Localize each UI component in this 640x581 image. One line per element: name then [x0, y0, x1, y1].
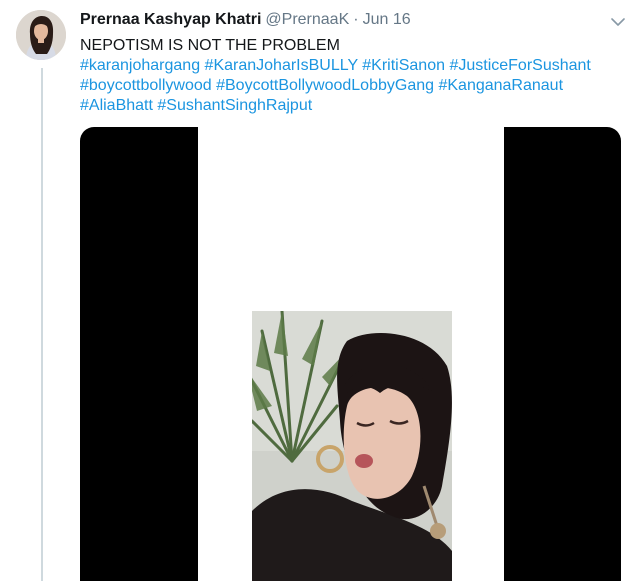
- chevron-down-icon[interactable]: [608, 12, 628, 32]
- avatar-image: [16, 10, 66, 60]
- hashtag-link[interactable]: #boycottbollywood: [80, 77, 212, 94]
- tweet[interactable]: Prernaa Kashyap Khatri @PrernaaK · Jun 1…: [0, 0, 640, 581]
- tweet-text-line: #karanjohargang #KaranJoharIsBULLY #Krit…: [80, 56, 620, 76]
- hashtag-link[interactable]: #AliaBhatt: [80, 97, 153, 114]
- tweet-text-line: #boycottbollywood #BoycottBollywoodLobby…: [80, 76, 620, 96]
- tweet-text-line: #AliaBhatt #SushantSinghRajput: [80, 96, 620, 116]
- avatar[interactable]: [16, 10, 66, 60]
- display-name[interactable]: Prernaa Kashyap Khatri: [80, 11, 261, 29]
- tweet-date[interactable]: Jun 16: [363, 11, 411, 29]
- separator: ·: [353, 11, 359, 28]
- video-media[interactable]: [80, 127, 621, 581]
- hashtag-link[interactable]: #KanganaRanaut: [438, 77, 563, 94]
- video-frame-image: [252, 311, 452, 581]
- hashtag-link[interactable]: #KaranJoharIsBULLY: [205, 57, 358, 74]
- hashtag-link[interactable]: #BoycottBollywoodLobbyGang: [216, 77, 434, 94]
- user-handle[interactable]: @PrernaaK: [265, 11, 349, 29]
- tweet-text-line: NEPOTISM IS NOT THE PROBLEM: [80, 36, 620, 56]
- tweet-headline: NEPOTISM IS NOT THE PROBLEM: [80, 37, 340, 54]
- tweet-text: NEPOTISM IS NOT THE PROBLEM #karanjoharg…: [80, 36, 620, 116]
- hashtag-link[interactable]: #SushantSinghRajput: [157, 97, 312, 114]
- hashtag-link[interactable]: #KritiSanon: [362, 57, 445, 74]
- tweet-header: Prernaa Kashyap Khatri @PrernaaK · Jun 1…: [80, 11, 600, 33]
- hashtag-link[interactable]: #JusticeForSushant: [449, 57, 590, 74]
- hashtag-link[interactable]: #karanjohargang: [80, 57, 200, 74]
- thread-line: [41, 68, 43, 581]
